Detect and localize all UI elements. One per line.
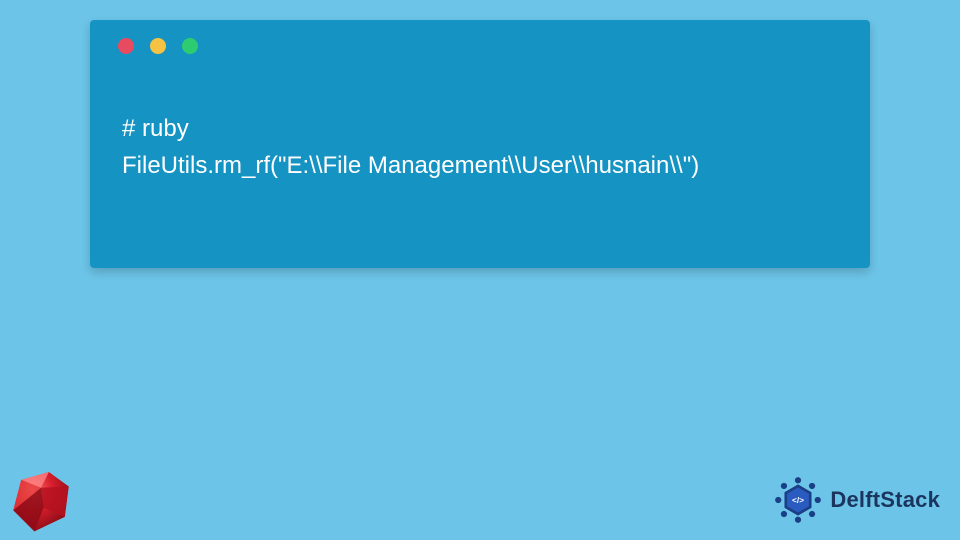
close-icon (118, 38, 134, 54)
ruby-logo-icon (8, 468, 74, 534)
delftstack-logo-icon: </> (772, 474, 824, 526)
window-traffic-lights (90, 20, 870, 54)
code-line-2: FileUtils.rm_rf("E:\\File Management\\Us… (122, 152, 699, 179)
maximize-icon (182, 38, 198, 54)
code-panel: # ruby FileUtils.rm_rf("E:\\File Managem… (90, 20, 870, 268)
svg-text:</>: </> (792, 495, 804, 505)
brand: </> DelftStack (772, 474, 940, 526)
brand-name: DelftStack (830, 487, 940, 513)
code-line-1: # ruby (122, 115, 189, 142)
minimize-icon (150, 38, 166, 54)
code-block: # ruby FileUtils.rm_rf("E:\\File Managem… (90, 54, 870, 184)
